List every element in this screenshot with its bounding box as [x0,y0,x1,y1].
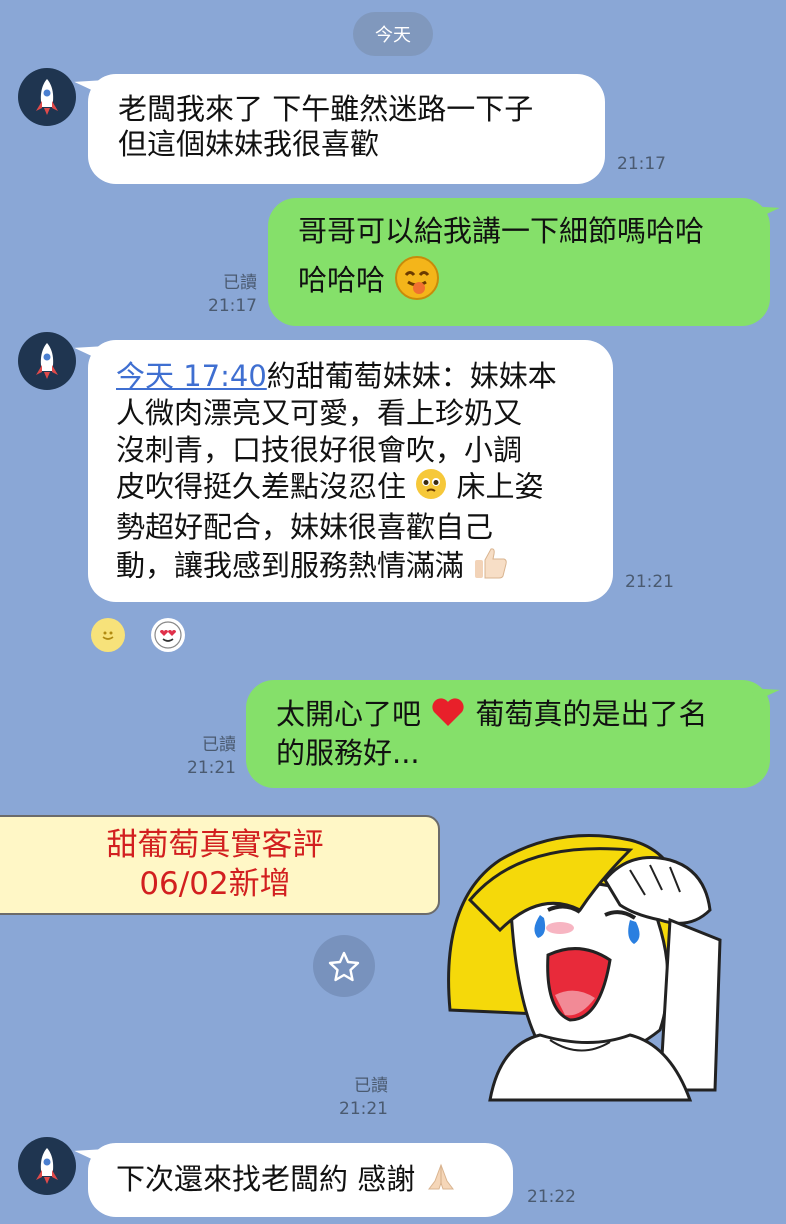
read-receipt: 已讀 21:21 [184,734,236,780]
favorite-star-button[interactable] [313,935,375,997]
message-bubble-4[interactable]: 太開心了吧 葡萄真的是出了名 的服務好... [246,680,770,788]
message-time: 21:21 [339,1098,388,1119]
message-text-line: 沒刺青，口技很好很會吹，小調 [116,432,523,467]
message-bubble-2[interactable]: 哥哥可以給我講一下細節嗎哈哈 哈哈哈 [268,198,770,326]
datetime-link[interactable]: 今天 17:40 [116,359,267,393]
message-bubble-6[interactable]: 下次還來找老闆約 感謝 [88,1143,513,1217]
date-separator: 今天 [353,12,433,56]
message-text-line: 哈哈哈 [298,262,386,297]
message-time: 21:17 [208,295,257,316]
message-text-line: 的服務好... [276,735,420,770]
read-label: 已讀 [202,735,236,755]
message-text-line: 動，讓我感到服務熱情滿滿 [116,548,465,583]
message-line-wrap: 今天 17:40約甜葡萄妹妹：妹妹本 [116,358,613,395]
red-heart-icon [430,696,466,736]
heart-eyes-face-icon[interactable] [151,618,185,652]
banner-subtitle: 06/02新增 [139,866,291,902]
message-text-line: 下次還來找老闆約 感謝 [116,1161,416,1196]
message-text-line: 葡萄真的是出了名 [475,696,708,731]
read-label: 已讀 [354,1076,388,1096]
message-text-line: 床上姿 [456,469,544,504]
review-banner[interactable]: 甜葡萄真實客評 06/02新增 [0,815,440,915]
message-text-line: 皮吹得挺久差點沒忍住 [116,469,407,504]
crying-girl-sticker[interactable] [430,820,730,1102]
message-text-line: 哥哥可以給我講一下細節嗎哈哈 [298,214,705,248]
message-text-line: 勢超好配合，妹妹很喜歡自己 [116,510,494,545]
message-line-wrap: 動，讓我感到服務熱情滿滿 [116,546,613,589]
message-time: 21:17 [617,154,666,174]
read-label: 已讀 [223,273,257,293]
message-line-wrap: 皮吹得挺久差點沒忍住 床上姿 [116,468,613,509]
message-bubble-3[interactable]: 今天 17:40約甜葡萄妹妹：妹妹本 人微肉漂亮又可愛，看上珍奶又 沒刺青，口技… [88,340,613,602]
tongue-face-icon [394,255,440,309]
message-text-line: 太開心了吧 [276,696,422,731]
rocket-icon [36,343,58,379]
star-icon [328,951,360,982]
contact-avatar[interactable] [18,332,76,390]
message-time: 21:21 [187,757,236,778]
message-bubble-1[interactable]: 老闆我來了 下午雖然迷路一下子 但這個妹妹我很喜歡 [88,74,605,184]
message-line-wrap: 哈哈哈 [298,255,770,309]
message-line-wrap: 太開心了吧 葡萄真的是出了名 [276,696,770,736]
read-receipt: 已讀 21:17 [205,272,257,318]
smile-face-icon[interactable] [91,618,125,652]
thumbs-up-icon [473,546,509,589]
message-text-line: 人微肉漂亮又可愛，看上珍奶又 [116,395,523,430]
message-time: 21:21 [625,572,674,592]
folded-hands-icon [424,1161,458,1201]
pleading-face-icon [415,468,447,509]
message-text-line: 但這個妹妹我很喜歡 [118,126,380,161]
message-text-line: 約甜葡萄妹妹：妹妹本 [266,359,557,393]
message-time: 21:22 [527,1187,576,1207]
contact-avatar[interactable] [18,68,76,126]
read-receipt: 已讀 21:21 [336,1075,388,1121]
message-text-line: 老闆我來了 下午雖然迷路一下子 [118,92,534,126]
rocket-icon [36,1148,58,1184]
banner-title: 甜葡萄真實客評 [106,827,324,864]
contact-avatar[interactable] [18,1137,76,1195]
rocket-icon [36,79,58,115]
